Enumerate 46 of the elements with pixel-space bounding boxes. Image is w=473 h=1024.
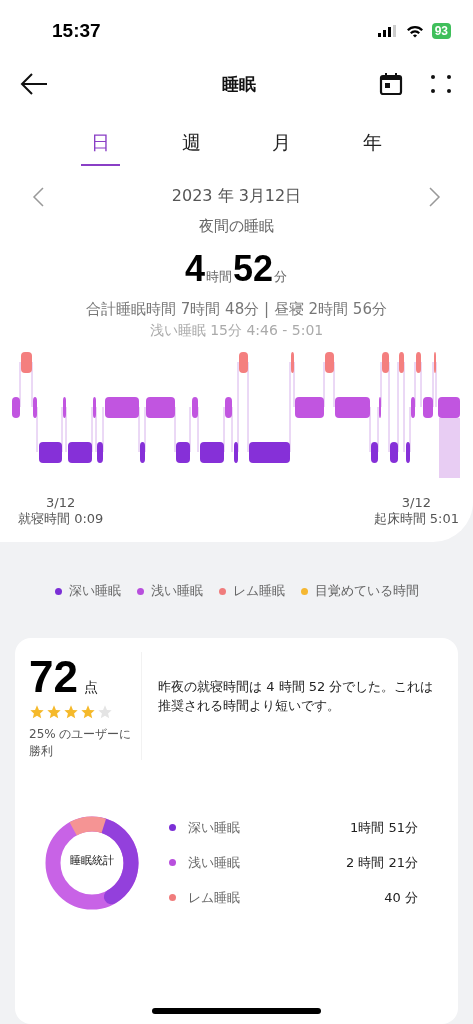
sleep-score: 72 [29,652,78,702]
page-title: 睡眠 [220,72,257,96]
stat-label: レム睡眠 [188,888,241,907]
calendar-icon[interactable] [379,72,403,96]
period-tab[interactable]: 月 [262,126,302,166]
next-icon[interactable] [429,186,441,207]
score-unit: 点 [83,679,98,697]
star-icon [29,704,45,720]
previous-icon[interactable] [32,186,44,207]
star-icon [63,704,79,720]
stat-value: 2 時間 21分 [345,853,418,872]
selection-info: 浅い睡眠 15分 4:46 - 5:01 [148,322,325,340]
rank-text: 25% のユーザーに勝利 [29,726,133,760]
wake-time-label: 起床時間 5:01 [373,510,459,528]
stat-label: 浅い睡眠 [188,853,241,872]
stat-value: 40 分 [384,888,418,907]
signal-icon [377,25,398,37]
battery-level: 93 [431,23,451,39]
sleep-summary: 合計睡眠時間 7時間 48分 | 昼寝 2時間 56分 [85,300,388,319]
score-comment: 昨夜の就寝時間は 4 時間 52 分でした。これは推奨される時間より短いです。 [158,678,435,715]
star-icon [46,704,62,720]
period-tab[interactable]: 年 [353,126,393,166]
stat-value: 1時間 51分 [350,818,418,837]
star-icon [80,704,96,720]
duration-minutes: 52 [233,248,274,290]
end-date: 3/12 [401,495,431,510]
bedtime-label: 就寝時間 0:09 [18,510,104,528]
date-label: 2023 年 3月12日 [171,186,302,207]
hours-unit: 時間 [206,268,232,286]
duration-hours: 4 [184,248,205,290]
more-icon[interactable] [429,72,453,96]
minutes-unit: 分 [274,268,288,286]
period-tab[interactable]: 週 [171,126,211,166]
donut-label: 睡眠統計 [69,852,115,868]
status-time: 15:37 [52,20,101,42]
legend-label: 目覚めている時間 [314,582,419,600]
legend-label: 深い睡眠 [68,582,121,600]
wifi-icon [405,24,424,38]
stat-label: 深い睡眠 [188,818,241,837]
period-tab[interactable]: 日 [80,126,120,166]
star-icon [97,704,113,720]
start-date: 3/12 [46,495,76,510]
back-icon[interactable] [20,73,48,95]
section-title: 夜間の睡眠 [198,217,275,236]
legend-label: レム睡眠 [232,582,285,600]
legend-label: 浅い睡眠 [150,582,203,600]
